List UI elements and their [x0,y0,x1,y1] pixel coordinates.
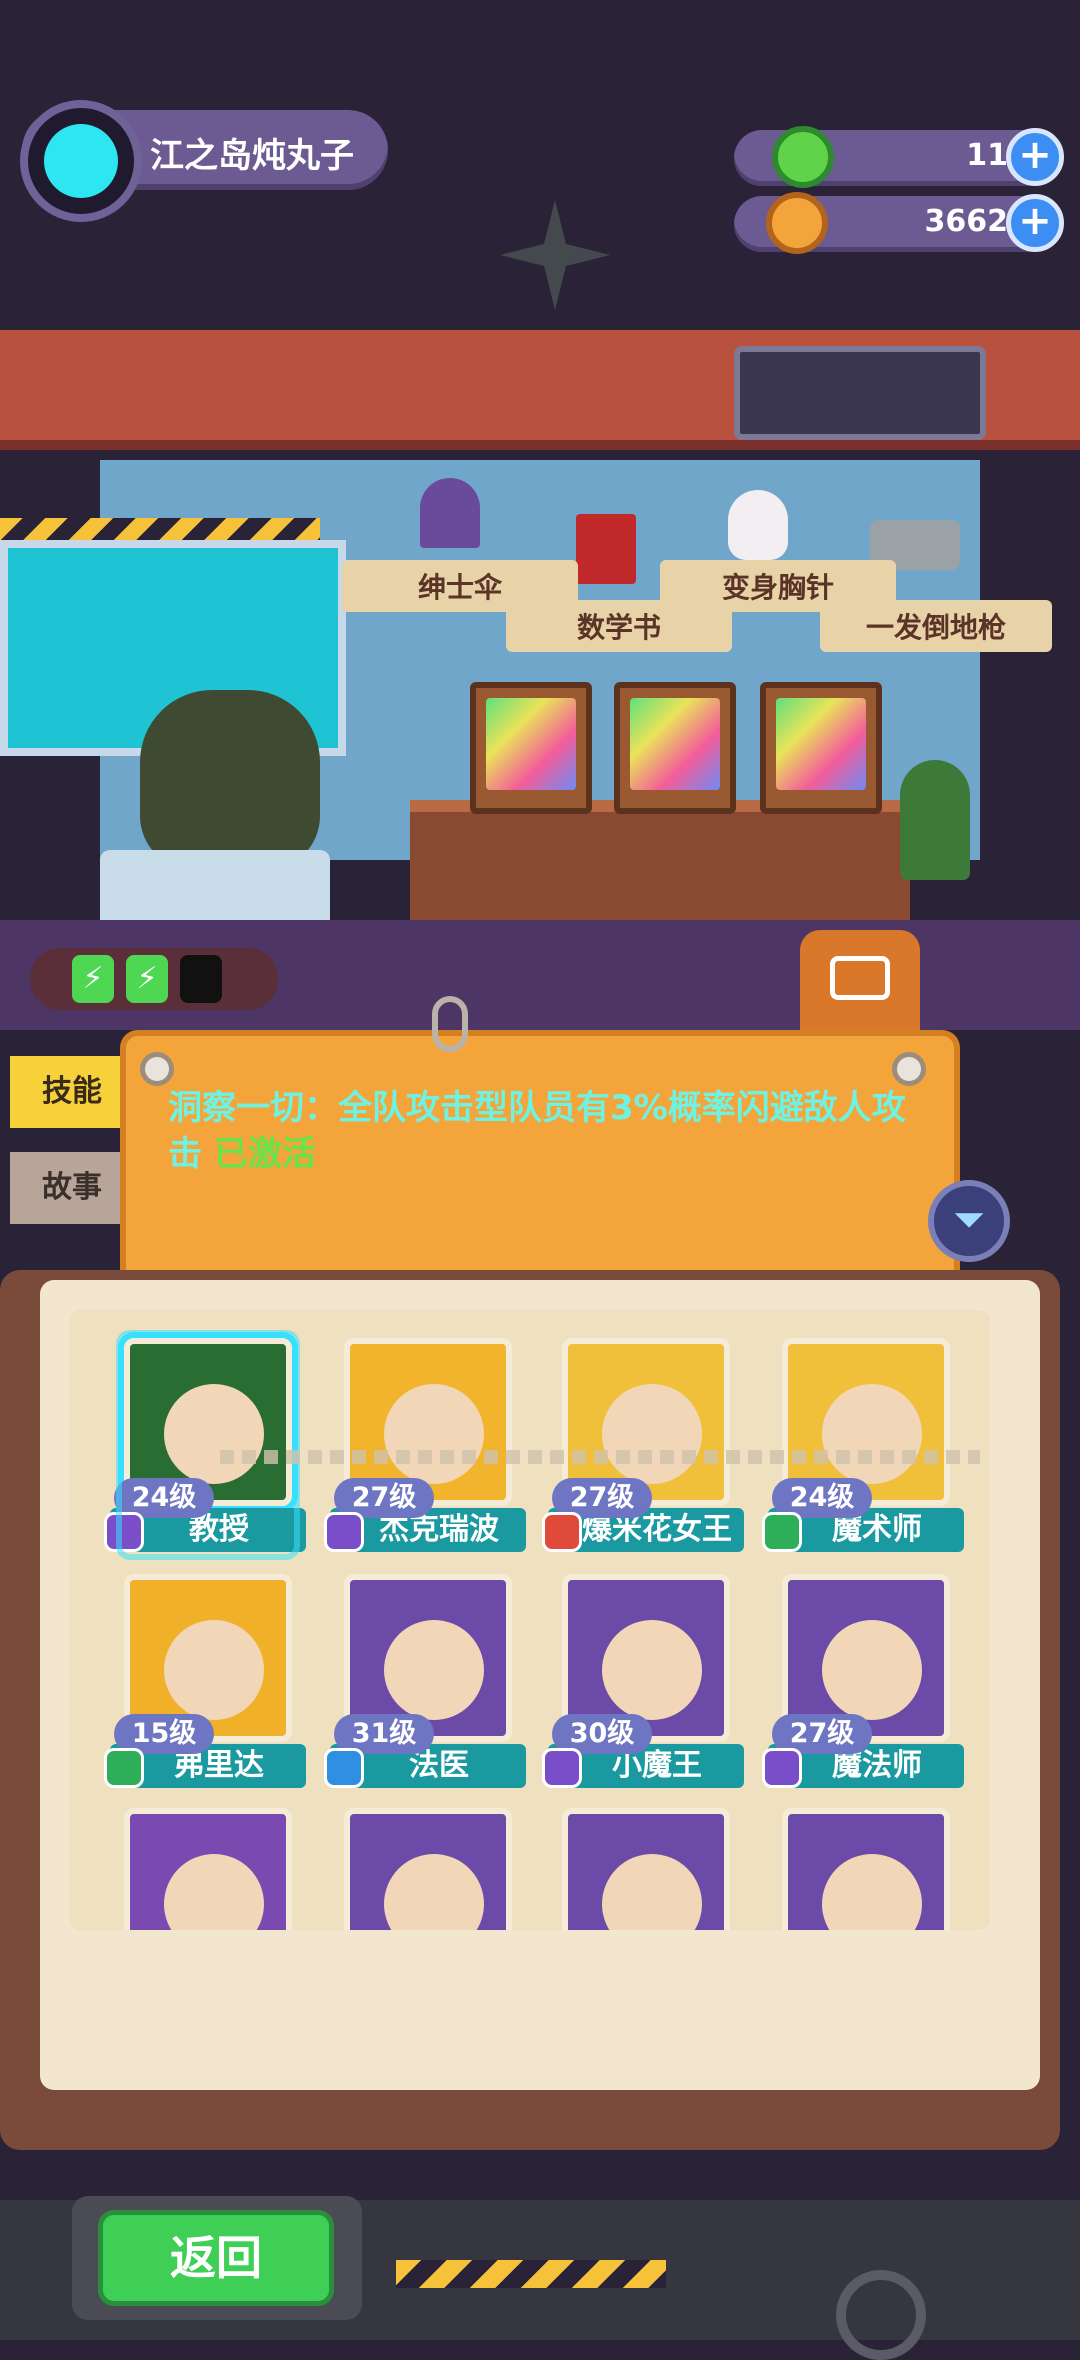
character-face [384,1620,484,1720]
hazard-stripe [396,2260,666,2288]
portrait-frame-2 [614,682,736,814]
class-badge-icon [104,1748,144,1788]
character-face [384,1854,484,1930]
character-card[interactable]: 魔法师 27级 [762,1566,964,1788]
pin-icon [892,1052,926,1086]
plant-decoration [900,760,970,880]
class-badge-icon [324,1512,364,1552]
cat-avatar-icon [44,124,118,198]
character-face [602,1620,702,1720]
class-badge-icon [762,1512,802,1552]
class-badge-icon [324,1748,364,1788]
portrait-picture [486,698,576,790]
tab-story[interactable]: 故事 [10,1152,128,1224]
character-face [822,1620,922,1720]
character-face [822,1854,922,1930]
skill-description: 洞察一切：全队攻击型队员有3%概率闪避敌人攻击 已激活 [168,1085,908,1177]
character-face [602,1854,702,1930]
character-portrait [344,1808,512,1930]
blurred-hint-text [220,1430,980,1480]
character-card[interactable] [768,1800,964,1930]
add-donut-button[interactable]: + [1006,128,1064,186]
energy-bar: ⚡ ⚡ [30,948,278,1010]
math-book-icon[interactable] [576,514,636,584]
filter-icon: ⏷ [953,1197,985,1243]
energy-empty-icon [180,955,222,1003]
portrait-frame-1 [470,682,592,814]
character-portrait [124,1808,292,1930]
character-card[interactable] [110,1800,306,1930]
umbrella-icon[interactable] [420,478,480,548]
ghost-panel-decoration [734,346,986,440]
lab-machine [100,850,330,930]
player-avatar[interactable] [20,100,142,222]
class-badge-icon [542,1512,582,1552]
fan-decoration [500,200,610,310]
orange-planet-coin-icon [766,192,828,254]
character-card[interactable] [330,1800,526,1930]
portrait-frame-3 [760,682,882,814]
professor-character-sprite[interactable] [140,690,320,870]
skull-brooch-icon[interactable] [728,490,788,560]
paper-clip-icon [432,996,468,1052]
item-label-revolver: 一发倒地枪 [820,600,1052,652]
currency-value-donut: 11 [966,138,1008,173]
energy-charged-icon: ⚡ [72,955,114,1003]
green-donut-coin-icon [772,126,834,188]
character-card[interactable] [548,1800,744,1930]
caution-stripe [0,518,320,540]
add-coin-button[interactable]: + [1006,194,1064,252]
character-portrait [562,1808,730,1930]
gear-decoration-icon [836,2270,926,2360]
tab-skill[interactable]: 技能 [10,1056,128,1128]
character-face [164,1854,264,1930]
skill-status: 已激活 [213,1134,316,1174]
filter-button[interactable]: ⏷ [928,1180,1010,1262]
class-badge-icon [762,1748,802,1788]
pin-icon [140,1052,174,1086]
player-name: 江之岛炖丸子 [150,136,354,176]
back-button[interactable]: 返回 [98,2210,334,2306]
currency-value-coin: 3662 [924,204,1009,239]
story-card-button[interactable] [800,930,920,1030]
character-card[interactable]: 弗里达 15级 [104,1566,306,1788]
character-card[interactable]: 法医 31级 [324,1566,526,1788]
character-card[interactable]: 小魔王 30级 [542,1566,744,1788]
class-badge-icon [542,1748,582,1788]
energy-charged-icon: ⚡ [126,955,168,1003]
character-portrait [782,1808,950,1930]
portrait-picture [776,698,866,790]
character-face [164,1620,264,1720]
cards-icon [830,956,890,1000]
portrait-picture [630,698,720,790]
